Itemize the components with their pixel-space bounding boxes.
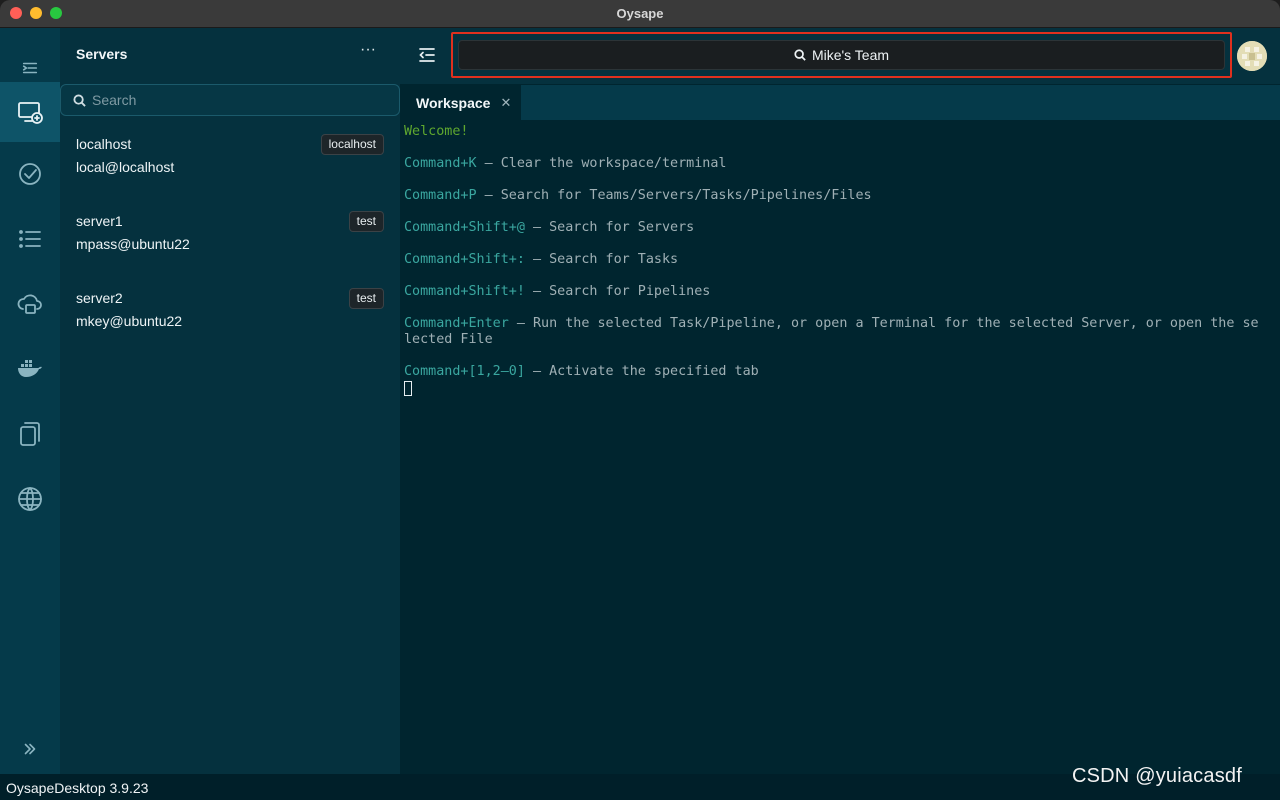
shortcut-description: – Clear the workspace/terminal: [476, 156, 727, 171]
watermark: CSDN @yuiacasdf: [1071, 765, 1242, 787]
close-window-button[interactable]: [10, 7, 22, 19]
shortcut-key: Command+P: [404, 188, 477, 203]
cloud-icon: [17, 294, 42, 314]
terminal-line: Command+Enter – Run the selected Task/Pi…: [404, 316, 1264, 348]
minimize-window-button[interactable]: [30, 7, 42, 19]
more-options-button[interactable]: ···: [358, 42, 378, 62]
team-selector-button[interactable]: Mike's Team: [458, 40, 1225, 70]
team-selector-highlight: Mike's Team: [451, 32, 1232, 78]
nav-cloud[interactable]: [0, 274, 60, 334]
server-user: mkey@ubuntu22: [76, 313, 183, 329]
shortcut-description: – Search for Pipelines: [524, 284, 711, 299]
tab-workspace[interactable]: Workspace ✕: [400, 85, 521, 120]
terminal-line: Command+Shift+@ – Search for Servers: [404, 220, 1264, 236]
servers-panel: Servers ··· localhost local@localhost lo…: [60, 28, 400, 774]
main-area: Mike's Team Workspace ✕ Welcome! Command…: [400, 28, 1280, 774]
server-search-input[interactable]: [92, 92, 382, 108]
pipelines-icon: [19, 230, 41, 248]
terminal-line: Command+[1,2–0] – Activate the specified…: [404, 364, 1264, 380]
server-user: mpass@ubuntu22: [76, 236, 190, 252]
icon-rail: [0, 28, 60, 774]
terminal-line: Command+Shift+: – Search for Tasks: [404, 252, 1264, 268]
terminal-line: Command+Shift+! – Search for Pipelines: [404, 284, 1264, 300]
server-item-server2[interactable]: server2 mkey@ubuntu22 test: [60, 282, 400, 342]
shortcut-key: Command+Shift+:: [404, 252, 525, 267]
tasks-icon: [19, 163, 41, 185]
shortcut-key: Command+Shift+!: [404, 284, 525, 299]
title-bar: Oysape: [0, 0, 1280, 28]
servers-icon: [18, 102, 43, 124]
server-tag-badge: test: [348, 288, 384, 309]
shortcut-key: Command+K: [404, 156, 477, 171]
search-icon: [794, 49, 806, 61]
nav-docker[interactable]: [0, 338, 60, 398]
terminal-cursor: [404, 381, 412, 396]
team-name: Mike's Team: [811, 47, 890, 63]
search-icon: [73, 93, 86, 107]
nav-tasks[interactable]: [0, 144, 60, 204]
tab-label: Workspace: [416, 94, 491, 111]
menu-toggle-icon: [22, 62, 38, 74]
server-name: server2: [76, 290, 123, 306]
server-search[interactable]: [60, 84, 400, 116]
terminal-line: Command+K – Clear the workspace/terminal: [404, 156, 1264, 172]
avatar-image: [1237, 41, 1267, 71]
server-name: server1: [76, 213, 123, 229]
expand-icon: [24, 743, 36, 755]
shortcut-key: Command+Shift+@: [404, 220, 525, 235]
servers-panel-title: Servers: [76, 46, 128, 62]
avatar[interactable]: [1237, 41, 1267, 71]
server-tag-badge: test: [348, 211, 384, 232]
server-tag-badge: localhost: [320, 134, 384, 155]
top-bar: Mike's Team: [400, 28, 1280, 84]
shortcut-description: – Activate the specified tab: [524, 364, 759, 379]
server-item-localhost[interactable]: localhost local@localhost localhost: [60, 128, 400, 188]
nav-servers[interactable]: [0, 82, 60, 142]
nav-files[interactable]: [0, 404, 60, 464]
server-item-server1[interactable]: server1 mpass@ubuntu22 test: [60, 205, 400, 265]
close-tab-icon[interactable]: ✕: [500, 95, 511, 111]
collapse-sidebar-button[interactable]: [418, 46, 438, 66]
terminal-line: Command+P – Search for Teams/Servers/Tas…: [404, 188, 1264, 204]
terminal-welcome: Welcome!: [404, 124, 469, 139]
web-icon: [18, 487, 42, 511]
expand-rail-button[interactable]: [0, 719, 60, 779]
collapse-sidebar-icon: [419, 48, 435, 62]
server-name: localhost: [76, 136, 132, 152]
shortcut-description: – Search for Tasks: [524, 252, 679, 267]
window-controls: [10, 7, 62, 19]
app-version: OysapeDesktop 3.9.23: [6, 780, 149, 796]
tab-bar: Workspace ✕: [400, 85, 1280, 120]
maximize-window-button[interactable]: [50, 7, 62, 19]
shortcut-description: – Search for Servers: [524, 220, 695, 235]
shortcut-description: – Search for Teams/Servers/Tasks/Pipelin…: [476, 188, 872, 203]
files-icon: [20, 422, 40, 446]
shortcut-key: Command+Enter: [404, 316, 509, 331]
nav-pipelines[interactable]: [0, 209, 60, 269]
nav-web[interactable]: [0, 469, 60, 529]
shortcut-key: Command+[1,2–0]: [404, 364, 525, 379]
shortcut-description: – Run the selected Task/Pipeline, or ope…: [404, 316, 1259, 347]
docker-icon: [18, 360, 42, 377]
server-user: local@localhost: [76, 159, 175, 175]
window-title: Oysape: [616, 6, 664, 21]
